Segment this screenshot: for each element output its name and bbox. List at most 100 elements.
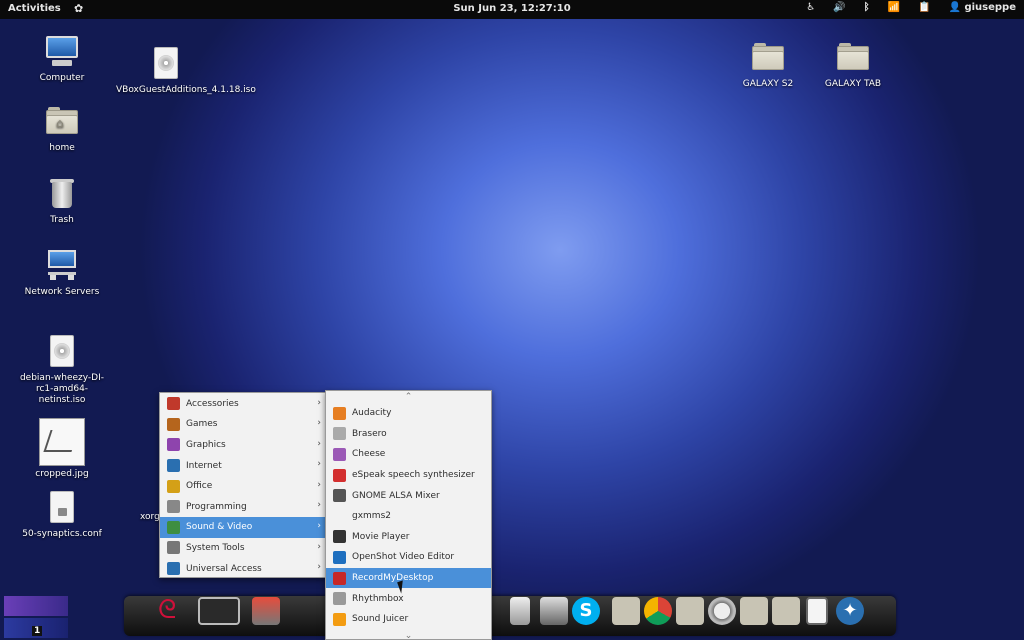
menu-app-rhythmbox[interactable]: Rhythmbox — [326, 588, 491, 609]
chevron-right-icon: › — [317, 418, 321, 429]
home-folder-icon: ⌂ — [44, 104, 80, 140]
menu-app-openshot-video-editor[interactable]: OpenShot Video Editor — [326, 547, 491, 568]
menu-app-icon — [333, 612, 346, 626]
menu-app-gnome-alsa-mixer[interactable]: GNOME ALSA Mixer — [326, 485, 491, 506]
activities-button[interactable]: Activities — [8, 3, 61, 14]
menu-category-graphics[interactable]: Graphics › — [160, 435, 325, 456]
bluetooth-icon[interactable]: ᛒ — [864, 2, 870, 13]
skype-icon[interactable]: S — [572, 597, 600, 625]
terminal-icon[interactable] — [198, 597, 240, 625]
menu-category-sound-video[interactable]: Sound & Video › — [160, 517, 325, 538]
menu-category-internet[interactable]: Internet › — [160, 455, 325, 476]
menu-category-label: Office — [186, 481, 213, 492]
file-cabinet-icon[interactable] — [510, 597, 530, 625]
menu-app-gxmms2[interactable]: gxmms2 — [326, 506, 491, 527]
chevron-right-icon: › — [317, 479, 321, 490]
menu-app-audacity[interactable]: Audacity — [326, 403, 491, 424]
workspace-number: 1 — [32, 626, 43, 636]
desktop-icon-galaxy-s2[interactable]: GALAXY S2 — [720, 40, 816, 90]
menu-category-accessories[interactable]: Accessories › — [160, 394, 325, 415]
desktop-icon-galaxy-tab[interactable]: GALAXY TAB — [805, 40, 901, 90]
folder-icon[interactable] — [612, 597, 640, 625]
menu-app-label: GNOME ALSA Mixer — [352, 490, 440, 501]
folder-icon[interactable] — [772, 597, 800, 625]
volume-icon[interactable]: 🔊 — [833, 2, 845, 13]
applications-category-menu: Accessories › Games › Graphics › Internet › Offi… — [159, 392, 326, 578]
desktop-icon-vbox-iso[interactable]: VBoxGuestAdditions_4.1.18.iso — [116, 46, 256, 96]
software-center-icon[interactable] — [252, 597, 280, 625]
menu-app-sound-juicer[interactable]: Sound Juicer — [326, 609, 491, 630]
menu-category-icon — [167, 500, 180, 514]
menu-category-label: Games — [186, 419, 218, 430]
chevron-right-icon: › — [317, 562, 321, 573]
chrome-icon[interactable] — [644, 597, 672, 625]
menu-app-movie-player[interactable]: Movie Player — [326, 527, 491, 548]
scroll-up-arrow[interactable]: ⌃ — [326, 391, 491, 403]
menu-app-cheese[interactable]: Cheese — [326, 444, 491, 465]
menu-category-icon — [167, 397, 180, 411]
magnifier-icon[interactable] — [708, 597, 736, 625]
clipboard-icon[interactable]: 📋 — [918, 2, 930, 13]
network-icon[interactable]: 📶 — [888, 2, 900, 13]
config-file-icon — [44, 490, 80, 526]
switch-icon[interactable] — [806, 597, 828, 625]
menu-category-icon — [167, 520, 180, 534]
menu-category-icon — [167, 562, 180, 576]
chevron-right-icon: › — [317, 459, 321, 470]
menu-app-recordmydesktop[interactable]: RecordMyDesktop — [326, 567, 491, 589]
desktop-icon-network-servers[interactable]: Network Servers — [14, 248, 110, 298]
menu-app-icon — [333, 592, 346, 606]
user-menu[interactable]: 👤 giuseppe — [949, 2, 1016, 13]
menu-app-label: eSpeak speech synthesizer — [352, 470, 475, 481]
chevron-right-icon: › — [317, 438, 321, 449]
menu-app-icon — [333, 447, 346, 461]
menu-category-icon — [167, 479, 180, 493]
menu-category-system-tools[interactable]: System Tools › — [160, 538, 325, 559]
menu-category-programming[interactable]: Programming › — [160, 496, 325, 517]
desktop-icon-home[interactable]: ⌂ home — [14, 104, 110, 154]
folder-icon — [750, 40, 786, 76]
workspace-switcher[interactable]: 1 — [2, 594, 70, 640]
image-thumbnail-icon — [39, 418, 85, 466]
desktop-icon-synaptics-conf[interactable]: 50-synaptics.conf — [14, 490, 110, 540]
menu-category-universal-access[interactable]: Universal Access › — [160, 558, 325, 579]
menu-app-label: Movie Player — [352, 531, 410, 542]
folder-icon — [835, 40, 871, 76]
folder-icon[interactable] — [740, 597, 768, 625]
menu-category-games[interactable]: Games › — [160, 414, 325, 435]
menu-category-label: Sound & Video — [186, 522, 253, 533]
chevron-right-icon: › — [317, 500, 321, 511]
menu-category-label: System Tools — [186, 542, 245, 553]
universal-access-icon[interactable]: ✦ — [836, 597, 864, 625]
menu-app-label: Sound Juicer — [352, 614, 409, 625]
menu-category-icon — [167, 417, 180, 431]
chevron-right-icon: › — [317, 541, 321, 552]
debian-swirl-icon[interactable]: ᘓ — [158, 597, 186, 625]
scroll-down-arrow[interactable]: ⌄ — [326, 630, 491, 640]
menu-app-label: Rhythmbox — [352, 593, 404, 604]
menu-app-label: OpenShot Video Editor — [352, 552, 455, 563]
desktop-icon-computer[interactable]: Computer — [14, 34, 110, 84]
menu-category-office[interactable]: Office › — [160, 476, 325, 497]
gnome-foot-icon[interactable]: ✿ — [74, 2, 83, 15]
menu-app-icon — [333, 468, 346, 482]
desktop-icon-trash[interactable]: Trash — [14, 176, 110, 226]
camera-icon[interactable] — [540, 597, 568, 625]
menu-app-icon — [333, 510, 346, 523]
accessibility-icon[interactable]: ♿ — [806, 2, 815, 13]
menu-app-label: RecordMyDesktop — [352, 573, 434, 584]
menu-app-espeak-speech-synthesizer[interactable]: eSpeak speech synthesizer — [326, 465, 491, 486]
menu-app-label: gxmms2 — [352, 511, 391, 522]
menu-app-label: Brasero — [352, 428, 387, 439]
desktop-icon-debian-iso[interactable]: debian-wheezy-DI-rc1-amd64-netinst.iso — [14, 334, 110, 406]
menu-app-brasero[interactable]: Brasero — [326, 424, 491, 445]
workspace-thumbnail[interactable] — [4, 596, 68, 616]
menu-app-label: Cheese — [352, 449, 386, 460]
user-name: giuseppe — [964, 2, 1016, 13]
chevron-right-icon: › — [317, 397, 321, 408]
folder-icon[interactable] — [676, 597, 704, 625]
desktop-icon-xorg-label[interactable]: xorg — [140, 512, 160, 522]
menu-category-label: Programming — [186, 501, 247, 512]
desktop-icon-cropped-jpg[interactable]: cropped.jpg — [14, 418, 110, 480]
disc-image-icon — [44, 334, 80, 370]
